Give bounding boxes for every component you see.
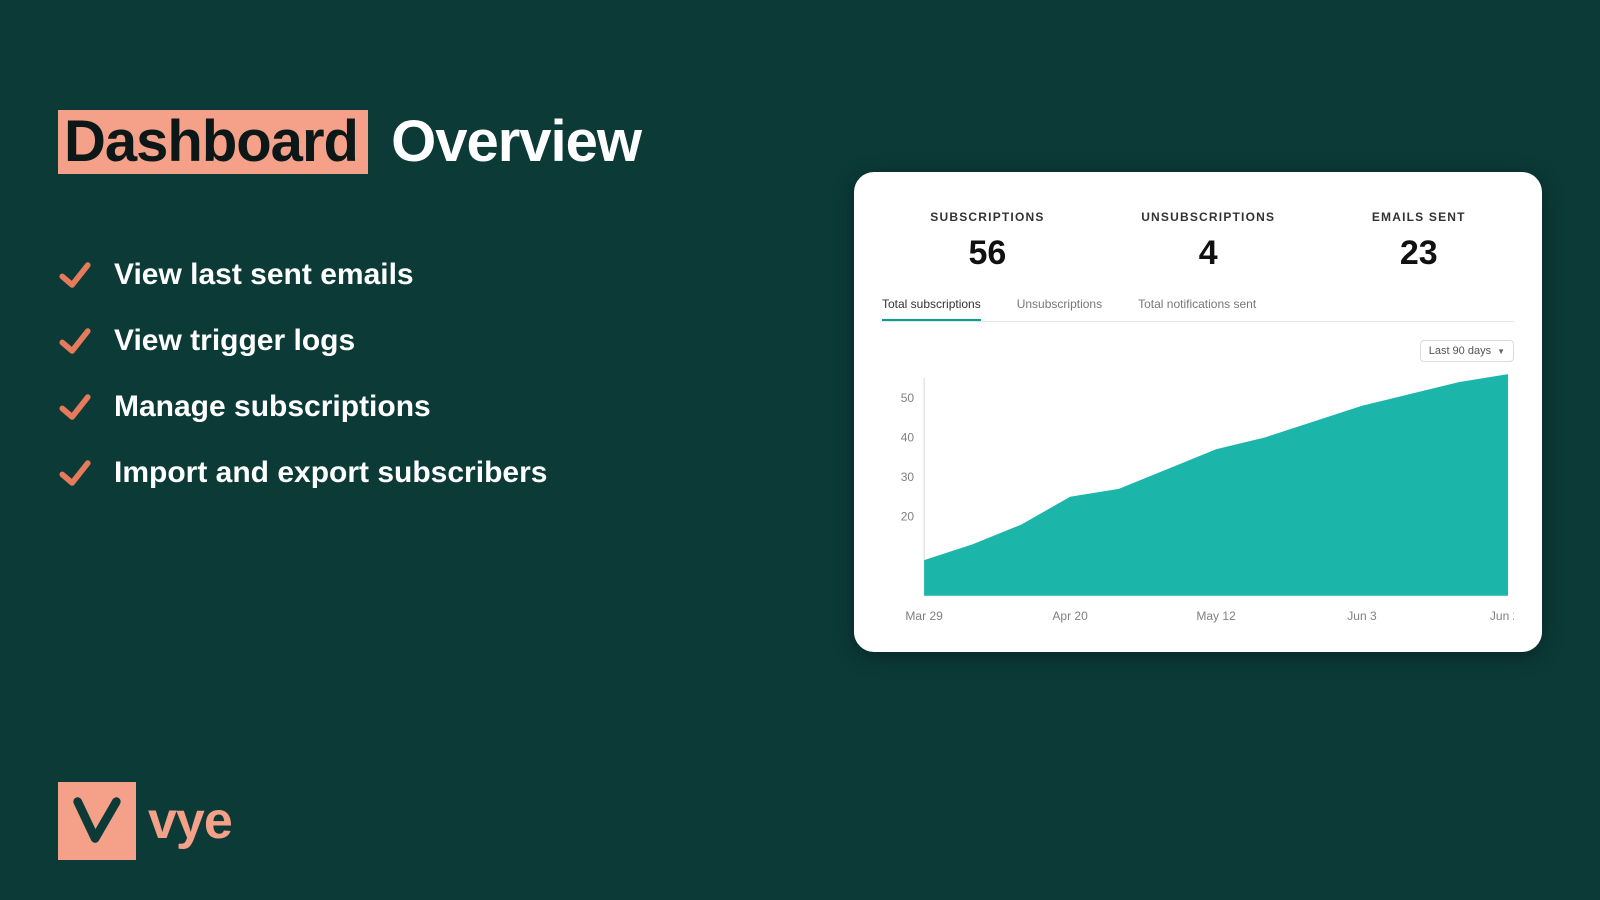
date-range-label: Last 90 days [1429, 345, 1491, 357]
check-icon [58, 456, 92, 490]
svg-text:30: 30 [901, 470, 915, 484]
page-title: Dashboard Overview [58, 108, 818, 175]
title-rest: Overview [391, 110, 641, 174]
stat-label: SUBSCRIPTIONS [930, 210, 1044, 224]
feature-list: View last sent emails View trigger logs … [58, 257, 818, 491]
list-item-label: Import and export subscribers [114, 455, 547, 491]
logo-icon [58, 782, 136, 860]
stat-unsubscriptions: UNSUBSCRIPTIONS 4 [1141, 210, 1275, 273]
svg-text:Jun 25: Jun 25 [1490, 609, 1514, 623]
chart-tabs: Total subscriptions Unsubscriptions Tota… [882, 297, 1514, 322]
svg-text:40: 40 [901, 430, 915, 444]
svg-text:50: 50 [901, 391, 915, 405]
list-item-label: Manage subscriptions [114, 389, 431, 425]
brand-logo: vye [58, 782, 232, 860]
logo-text: vye [148, 791, 232, 851]
tab-total-notifications-sent[interactable]: Total notifications sent [1138, 297, 1256, 321]
stat-value: 56 [930, 234, 1044, 273]
stat-label: EMAILS SENT [1372, 210, 1466, 224]
tab-unsubscriptions[interactable]: Unsubscriptions [1017, 297, 1102, 321]
title-highlight: Dashboard [58, 110, 368, 174]
list-item-label: View trigger logs [114, 323, 355, 359]
tab-total-subscriptions[interactable]: Total subscriptions [882, 297, 981, 321]
list-item: View last sent emails [58, 257, 818, 293]
list-item: Import and export subscribers [58, 455, 818, 491]
chevron-down-icon: ▼ [1497, 347, 1505, 356]
stat-label: UNSUBSCRIPTIONS [1141, 210, 1275, 224]
stat-subscriptions: SUBSCRIPTIONS 56 [930, 210, 1044, 273]
svg-text:Apr 20: Apr 20 [1052, 609, 1088, 623]
stat-emails-sent: EMAILS SENT 23 [1372, 210, 1466, 273]
svg-text:May 12: May 12 [1196, 609, 1236, 623]
stat-value: 4 [1141, 234, 1275, 273]
list-item: View trigger logs [58, 323, 818, 359]
date-range-select[interactable]: Last 90 days ▼ [1420, 340, 1514, 362]
stats-row: SUBSCRIPTIONS 56 UNSUBSCRIPTIONS 4 EMAIL… [882, 198, 1514, 293]
subscriptions-chart: 20 30 40 50 Mar 29 Apr 20 May 12 Jun 3 Jun 25 [882, 368, 1514, 630]
check-icon [58, 324, 92, 358]
svg-text:Jun 3: Jun 3 [1347, 609, 1377, 623]
check-icon [58, 390, 92, 424]
check-icon [58, 258, 92, 292]
stat-value: 23 [1372, 234, 1466, 273]
svg-text:20: 20 [901, 510, 915, 524]
list-item-label: View last sent emails [114, 257, 414, 293]
list-item: Manage subscriptions [58, 389, 818, 425]
dashboard-card: SUBSCRIPTIONS 56 UNSUBSCRIPTIONS 4 EMAIL… [854, 172, 1542, 652]
svg-text:Mar 29: Mar 29 [905, 609, 943, 623]
